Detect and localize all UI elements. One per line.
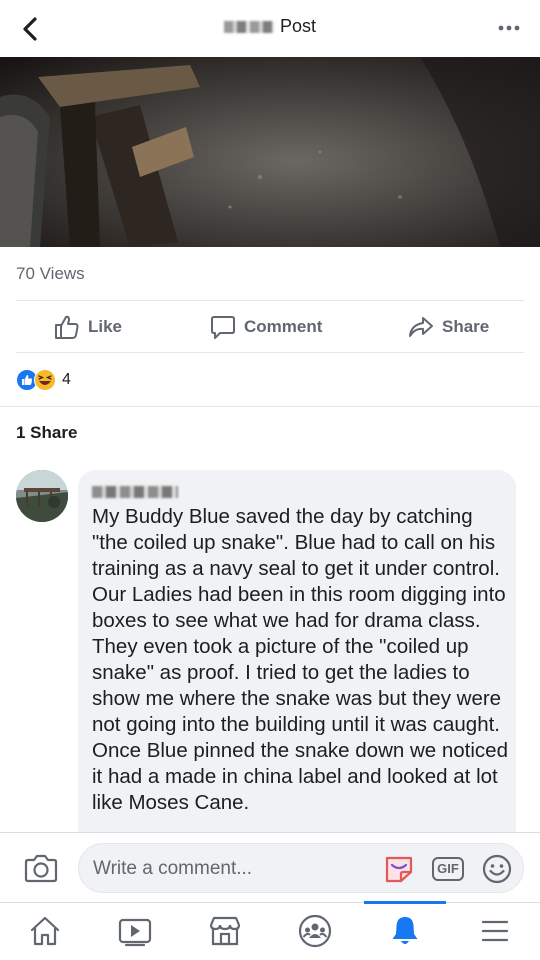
comment-input[interactable]: Write a comment... GIF xyxy=(78,843,524,893)
emoji-icon[interactable] xyxy=(481,853,513,885)
camera-icon[interactable] xyxy=(24,852,58,884)
watch-icon[interactable] xyxy=(117,913,153,949)
divider xyxy=(0,406,540,407)
more-dots-icon[interactable] xyxy=(496,18,522,38)
groups-icon[interactable] xyxy=(297,913,333,949)
share-button[interactable]: Share xyxy=(408,313,489,341)
blurred-commenter-name[interactable] xyxy=(92,486,178,498)
blurred-author-name xyxy=(223,21,274,34)
share-icon xyxy=(409,317,433,337)
comment-bubble: My Buddy Blue saved the day by catching … xyxy=(78,470,516,850)
comment-icon xyxy=(211,316,235,339)
header-title: Post xyxy=(0,16,540,37)
video-frame xyxy=(0,57,540,247)
reactions-summary[interactable]: 4 xyxy=(16,368,71,392)
view-count: 70 Views xyxy=(16,264,85,283)
active-tab-indicator xyxy=(364,901,446,904)
comment-text: My Buddy Blue saved the day by catching … xyxy=(92,505,508,814)
comment-button[interactable]: Comment xyxy=(210,313,322,341)
top-bar: Post xyxy=(0,0,540,57)
like-button[interactable]: Like xyxy=(54,313,122,341)
comment-composer: Write a comment... GIF xyxy=(0,832,540,902)
comment-label: Comment xyxy=(244,317,323,336)
video-player[interactable] xyxy=(0,57,540,247)
divider xyxy=(16,352,524,353)
page-title: Post xyxy=(279,16,317,36)
notifications-icon[interactable] xyxy=(387,913,423,949)
like-icon xyxy=(55,315,79,339)
avatar[interactable] xyxy=(16,470,68,522)
comment-placeholder: Write a comment... xyxy=(93,858,253,879)
sticker-icon[interactable] xyxy=(383,854,415,884)
gif-label: GIF xyxy=(437,861,459,876)
gif-button[interactable]: GIF xyxy=(431,855,465,883)
like-label: Like xyxy=(88,317,123,336)
share-count[interactable]: 1 Share xyxy=(16,423,77,443)
reaction-count: 4 xyxy=(62,371,71,388)
marketplace-icon[interactable] xyxy=(207,913,243,949)
haha-reaction-icon xyxy=(34,369,56,391)
menu-icon[interactable] xyxy=(477,913,513,949)
avatar-photo xyxy=(16,470,68,522)
bottom-nav xyxy=(0,901,540,960)
home-icon[interactable] xyxy=(27,913,63,949)
post-actions: Like Comment Share xyxy=(0,303,540,351)
divider xyxy=(16,300,524,301)
share-label: Share xyxy=(442,317,490,336)
